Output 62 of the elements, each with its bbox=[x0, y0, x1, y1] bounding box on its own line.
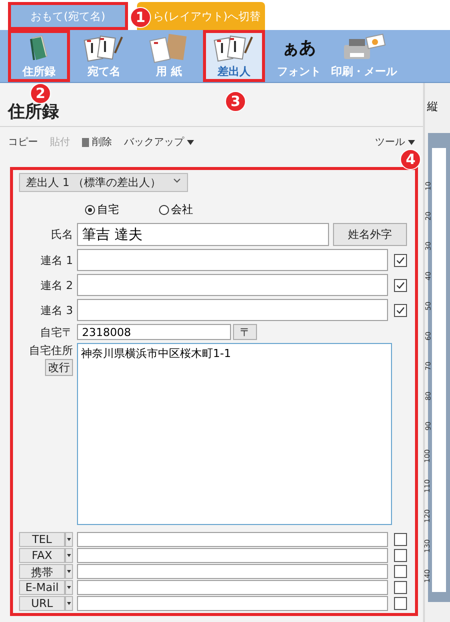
postal-field[interactable]: 2318008 bbox=[77, 324, 231, 340]
input-field[interactable] bbox=[77, 548, 388, 563]
name-field[interactable]: 筆吉 達夫 bbox=[77, 223, 330, 246]
newline-button[interactable]: 改行 bbox=[45, 359, 73, 376]
caret-icon bbox=[408, 140, 416, 144]
contact-type-button[interactable]: TEL bbox=[19, 532, 65, 547]
side-header: 縦 bbox=[426, 99, 440, 115]
field-label: 自宅住所 bbox=[28, 343, 73, 358]
input-field[interactable] bbox=[77, 299, 388, 321]
field-label: 連名 1 bbox=[40, 252, 73, 268]
postcards-icon bbox=[82, 33, 126, 63]
input-field[interactable] bbox=[77, 532, 388, 547]
gaiji-button[interactable]: 姓名外字 bbox=[333, 223, 408, 246]
dropdown-button[interactable] bbox=[65, 532, 73, 547]
input-field[interactable] bbox=[77, 274, 388, 296]
action-button[interactable]: コピー bbox=[8, 135, 38, 149]
input-field[interactable] bbox=[77, 596, 388, 611]
radio-option[interactable]: 会社 bbox=[159, 202, 193, 217]
checkbox[interactable] bbox=[394, 581, 408, 594]
input-field[interactable] bbox=[77, 580, 388, 595]
check-icon bbox=[396, 256, 406, 264]
checkbox[interactable] bbox=[394, 304, 408, 316]
action-button[interactable]: バックアップ bbox=[124, 135, 194, 149]
action-button[interactable]: 削除 bbox=[82, 135, 112, 149]
dropdown-button[interactable] bbox=[65, 596, 73, 611]
caret-icon bbox=[187, 140, 194, 144]
dropdown-button[interactable] bbox=[65, 564, 73, 579]
caret-icon bbox=[67, 570, 71, 573]
dropdown-button[interactable] bbox=[65, 580, 73, 595]
contact-type-button[interactable]: URL bbox=[19, 596, 65, 611]
checkbox[interactable] bbox=[394, 549, 408, 562]
checkbox[interactable] bbox=[394, 597, 408, 610]
checkbox[interactable] bbox=[394, 254, 408, 266]
contact-type-button[interactable]: E-Mail bbox=[19, 580, 65, 595]
trash-icon bbox=[82, 138, 89, 146]
input-field[interactable] bbox=[77, 249, 388, 271]
field-label: 氏名 bbox=[50, 227, 73, 242]
postal-button[interactable]: 〒 bbox=[233, 324, 257, 340]
input-field[interactable] bbox=[77, 564, 388, 579]
field-label: 自宅〒 bbox=[39, 324, 73, 340]
checkbox[interactable] bbox=[394, 565, 408, 578]
check-icon bbox=[396, 280, 406, 290]
field-label: 連名 2 bbox=[40, 278, 73, 292]
step-marker: 1 bbox=[130, 7, 151, 28]
check-icon bbox=[396, 306, 406, 314]
radio-option[interactable]: 自宅 bbox=[85, 202, 119, 217]
caret-icon bbox=[67, 586, 71, 589]
caret-icon bbox=[67, 602, 71, 605]
contact-type-button[interactable]: FAX bbox=[19, 548, 65, 563]
font-icon: ぁあ bbox=[282, 33, 316, 63]
tools-button[interactable]: ツール bbox=[375, 135, 416, 149]
caret-icon bbox=[67, 538, 71, 541]
postcards-pen-icon bbox=[212, 33, 256, 63]
checkbox[interactable] bbox=[394, 533, 408, 546]
field-label: 連名 3 bbox=[40, 302, 73, 318]
contact-type-button[interactable]: 携帯 bbox=[19, 564, 65, 579]
checkbox[interactable] bbox=[394, 278, 408, 292]
caret-icon bbox=[67, 554, 71, 557]
address-field[interactable]: 神奈川県横浜市中区桜木町1-1 bbox=[77, 343, 392, 525]
dropdown-button[interactable] bbox=[65, 548, 73, 563]
step-marker: 4 bbox=[400, 149, 422, 170]
sender-dropdown[interactable]: 差出人 1 （標準の差出人） bbox=[19, 173, 188, 192]
